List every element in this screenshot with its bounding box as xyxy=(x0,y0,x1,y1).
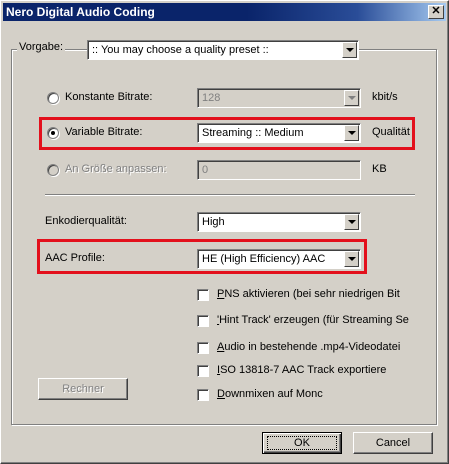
close-icon[interactable]: ✕ xyxy=(428,5,444,19)
profile-value: HE (High Efficiency) AAC xyxy=(202,253,326,265)
option-checkbox[interactable] xyxy=(197,389,209,401)
size-unit: KB xyxy=(372,163,387,175)
variable-bitrate-label: Variable Bitrate: xyxy=(65,126,143,138)
constant-bitrate-label: Konstante Bitrate: xyxy=(65,91,153,103)
option-checkbox[interactable] xyxy=(197,315,209,327)
window-title: Nero Digital Audio Coding xyxy=(6,5,155,19)
constant-bitrate-dropdown[interactable]: 128 xyxy=(197,88,361,108)
chevron-down-icon[interactable] xyxy=(344,125,359,141)
cancel-button[interactable]: Cancel xyxy=(353,432,433,454)
option-label[interactable]: PNS aktivieren (bei sehr niedrigen Bit xyxy=(217,288,417,300)
size-input[interactable]: 0 xyxy=(197,160,361,180)
dialog-window: Nero Digital Audio Coding ✕ Vorgabe: :: … xyxy=(0,0,449,464)
quality-label: Enkodierqualität: xyxy=(45,215,127,227)
profile-dropdown[interactable]: HE (High Efficiency) AAC xyxy=(197,249,361,269)
ok-button[interactable]: OK xyxy=(262,432,342,454)
variable-bitrate-value: Streaming :: Medium xyxy=(202,127,304,139)
quality-value: High xyxy=(202,216,225,228)
constant-bitrate-radio[interactable] xyxy=(47,92,59,104)
option-checkbox[interactable] xyxy=(197,365,209,377)
constant-bitrate-value: 128 xyxy=(202,92,221,104)
size-value: 0 xyxy=(202,164,209,176)
focus-rect xyxy=(267,436,337,450)
variable-bitrate-unit: Qualität xyxy=(372,126,410,138)
option-label[interactable]: Audio in bestehende .mp4-Videodatei xyxy=(217,341,427,353)
chevron-down-icon[interactable] xyxy=(344,251,359,267)
chevron-down-icon[interactable] xyxy=(344,214,359,230)
calculator-button[interactable]: Rechner xyxy=(38,378,128,400)
option-label[interactable]: Downmixen auf Monc xyxy=(217,388,337,400)
size-label: An Größe anpassen: xyxy=(65,163,167,175)
preset-dropdown[interactable]: :: You may choose a quality preset :: xyxy=(87,40,359,60)
variable-bitrate-radio[interactable] xyxy=(47,127,59,139)
profile-label: AAC Profile: xyxy=(45,252,105,264)
separator xyxy=(45,194,415,196)
option-label[interactable]: ISO 13818-7 AAC Track exportiere xyxy=(217,364,417,376)
option-checkbox[interactable] xyxy=(197,289,209,301)
quality-dropdown[interactable]: High xyxy=(197,212,361,232)
preset-value: :: You may choose a quality preset :: xyxy=(92,44,269,56)
option-label[interactable]: 'Hint Track' erzeugen (für Streaming Se xyxy=(217,314,427,326)
preset-label: Vorgabe: xyxy=(17,41,66,53)
variable-bitrate-dropdown[interactable]: Streaming :: Medium xyxy=(197,123,361,143)
size-radio[interactable] xyxy=(47,164,59,176)
option-checkbox[interactable] xyxy=(197,342,209,354)
title-bar[interactable]: Nero Digital Audio Coding ✕ xyxy=(3,3,446,21)
chevron-down-icon[interactable] xyxy=(344,90,359,106)
constant-bitrate-unit: kbit/s xyxy=(372,91,398,103)
chevron-down-icon[interactable] xyxy=(342,42,357,58)
